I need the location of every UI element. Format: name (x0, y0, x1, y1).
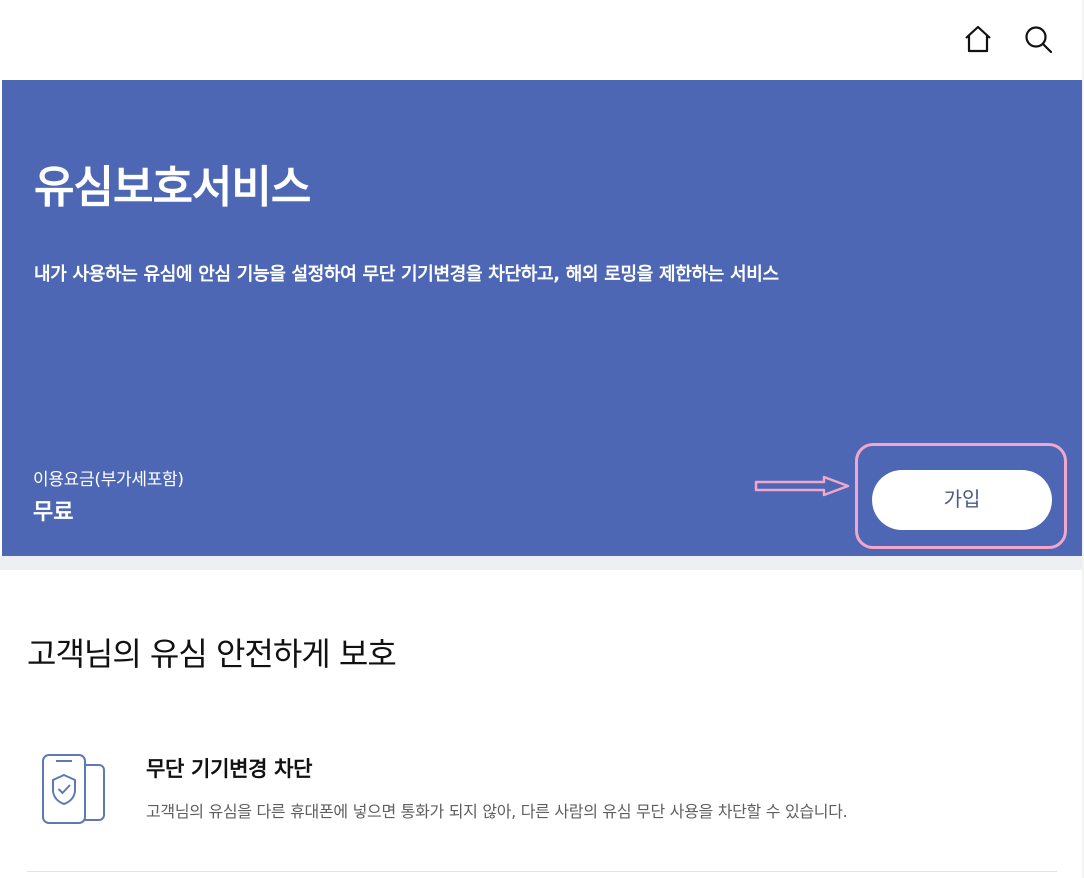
home-icon[interactable] (961, 22, 995, 56)
section-divider (0, 556, 1084, 570)
page-title: 유심보호서비스 (34, 162, 311, 213)
hero-banner: 유심보호서비스 내가 사용하는 유심에 안심 기능을 설정하여 무단 기기변경을… (2, 80, 1082, 556)
service-description: 내가 사용하는 유심에 안심 기능을 설정하여 무단 기기변경을 차단하고, 해… (34, 264, 779, 285)
phone-shield-icon (42, 754, 105, 824)
feature-divider (27, 871, 1057, 872)
arrow-right-icon (754, 475, 850, 497)
fee-value: 무료 (33, 500, 74, 525)
section-title: 고객님의 유심 안전하게 보호 (27, 635, 397, 673)
search-icon[interactable] (1021, 22, 1055, 56)
feature-description: 고객님의 유심을 다른 휴대폰에 넣으면 통화가 되지 않아, 다른 사람의 유… (146, 802, 848, 821)
join-button[interactable]: 가입 (872, 470, 1052, 530)
page: 유심보호서비스 내가 사용하는 유심에 안심 기능을 설정하여 무단 기기변경을… (0, 0, 1084, 878)
fee-label: 이용요금(부가세포함) (33, 470, 184, 490)
feature-title: 무단 기기변경 차단 (146, 757, 313, 781)
top-header (0, 0, 1084, 80)
